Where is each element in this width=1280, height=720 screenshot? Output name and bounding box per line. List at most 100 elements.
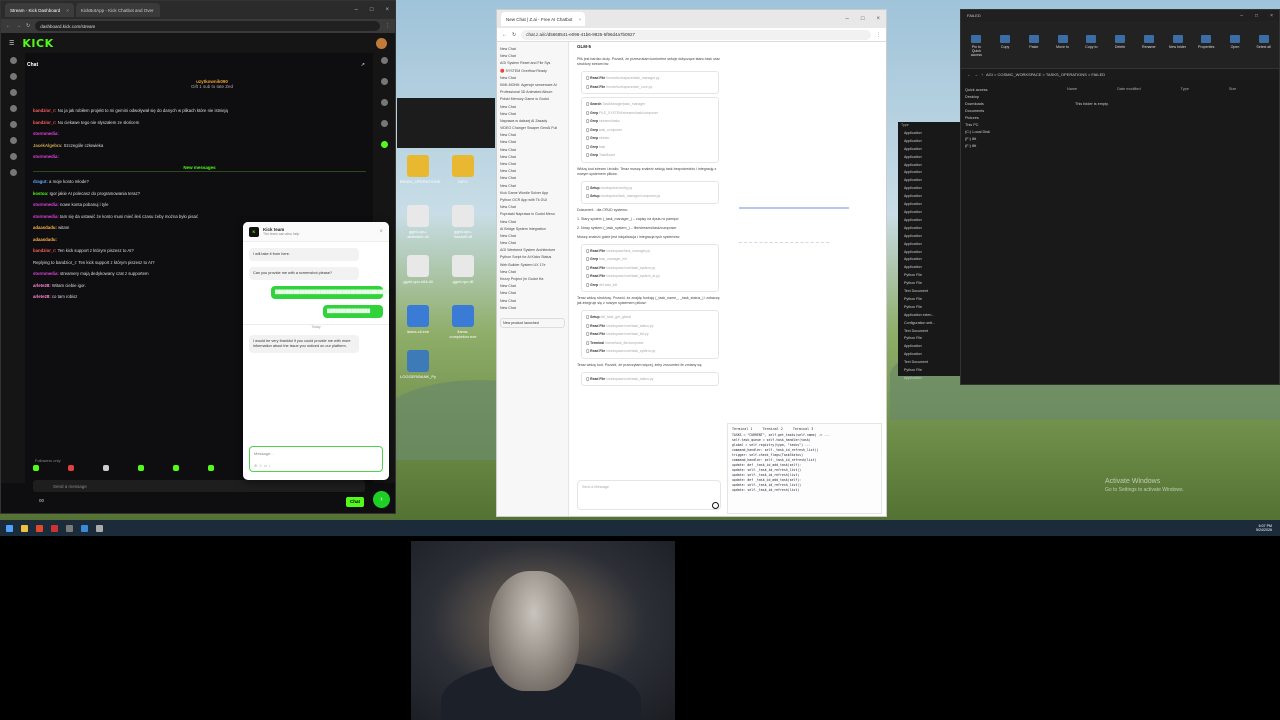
desktop-icon[interactable]: llama-completion.exe — [445, 305, 481, 339]
pin-icon[interactable] — [380, 57, 388, 64]
close-icon[interactable]: × — [66, 8, 69, 13]
desktop-icon[interactable]: ggml-cpu-x64.dll — [400, 255, 436, 284]
tab-kick-dashboard[interactable]: Stream - Kick Dashboard × — [5, 3, 74, 17]
tool-call-card[interactable]: ▢ Setup /workspace/config.py ▢ Setup /wor… — [581, 180, 719, 204]
kick-support-chat-popup[interactable]: K Kick team The team can also help × I w… — [243, 222, 389, 480]
chat-username[interactable]: arlete28: — [33, 294, 52, 299]
tool-call-card[interactable]: ▢ Read File /home/workspace/task_manager… — [581, 71, 719, 94]
maximize-icon[interactable]: □ — [861, 16, 865, 22]
new-product-banner[interactable]: New product launched — [500, 317, 565, 328]
back-icon[interactable]: ← — [967, 72, 971, 77]
sidebar-chat-item[interactable]: New Chat — [500, 175, 565, 182]
ribbon-button[interactable]: Paste — [1024, 35, 1043, 68]
popout-icon[interactable]: ↗ — [361, 62, 365, 68]
sidebar-chat-item[interactable]: New Chat — [500, 139, 565, 146]
chat-username[interactable]: arlete28: — [33, 283, 52, 288]
back-icon[interactable]: ← — [6, 23, 11, 29]
menu-icon[interactable]: ⋮ — [876, 32, 881, 38]
chat-icon[interactable] — [9, 89, 17, 96]
extensions-icon[interactable]: ⋮ — [385, 23, 390, 29]
ribbon-button[interactable]: Rename — [1139, 35, 1158, 68]
sidebar-chat-item[interactable]: New Chat — [500, 283, 565, 290]
maximize-icon[interactable]: □ — [1255, 13, 1258, 19]
tool-call-row[interactable]: ▢ Grep streams/tasks — [586, 117, 714, 126]
nav-item[interactable]: Pictures — [965, 115, 1017, 122]
emote-icon[interactable] — [33, 465, 39, 471]
background-explorer-window[interactable] — [397, 98, 495, 148]
chat-username[interactable]: adaasdadu: — [33, 225, 58, 230]
menu-icon[interactable]: ☰ — [9, 40, 14, 47]
sidebar-chat-item[interactable]: New Chat — [500, 75, 565, 82]
emote-icon[interactable] — [138, 465, 144, 471]
minimize-icon[interactable]: – — [355, 7, 358, 13]
up-icon[interactable]: ↑ — [981, 72, 983, 77]
tool-icon[interactable] — [9, 153, 17, 160]
start-icon[interactable] — [6, 524, 13, 532]
desktop-icon[interactable]: llama-cli.exe — [400, 305, 436, 334]
url-field[interactable]: chat.z.ai/c/d5668541-e096-41b6-9825-5f96… — [521, 29, 871, 40]
avatar[interactable] — [376, 37, 387, 49]
column-header[interactable]: Date modified — [1117, 87, 1140, 95]
reload-icon[interactable]: ↻ — [512, 32, 516, 38]
tool-call-row[interactable]: ▢ Grep task_composer — [586, 126, 714, 135]
sidebar-chat-item[interactable]: AGI Weekend System Architecture — [500, 247, 565, 254]
sidebar-chat-item[interactable]: AI Bridge System Integration — [500, 226, 565, 233]
sidebar-chat-item[interactable]: New Chat — [500, 290, 565, 297]
sidebar-chat-item[interactable]: New Chat — [500, 168, 565, 175]
tool-call-row[interactable]: ▢ Grep task_manager_init — [586, 255, 714, 264]
chat-toggle-icon[interactable] — [380, 141, 388, 148]
tool-call-row[interactable]: ▢ Search TaskManager|task_manager — [586, 100, 714, 109]
forward-icon[interactable]: → — [16, 23, 21, 29]
sidebar-chat-item[interactable]: New Chat — [500, 305, 565, 312]
tool-call-row[interactable]: ▢ Setup /workspace/task_manager/composer… — [586, 192, 714, 201]
reload-icon[interactable]: ↻ — [26, 23, 30, 29]
sidebar-chat-item[interactable]: New Chat — [500, 111, 565, 118]
sidebar-chat-item[interactable]: Web Builder System UX 17e — [500, 262, 565, 269]
nav-item[interactable]: Quick access — [965, 87, 1017, 94]
card-icon[interactable] — [9, 169, 17, 176]
sidebar-chat-item[interactable]: New Chat — [500, 154, 565, 161]
sidebar-chat-item[interactable]: New Chat — [500, 104, 565, 111]
emote-icon[interactable] — [173, 465, 179, 471]
chat-username[interactable]: stormmedia: — [33, 271, 60, 276]
sidebar-chat-item[interactable]: New Chat — [500, 298, 565, 305]
support-launcher-button[interactable]: › — [373, 491, 390, 508]
clock[interactable]: 6:07 PM 5/24/2026 — [1256, 524, 1280, 533]
tool-call-row[interactable]: ▢ Read File /workspace/core/task_status.… — [586, 375, 714, 384]
ribbon-button[interactable]: Pin to Quick access — [967, 35, 986, 68]
sidebar-chat-item[interactable]: Poprawki Naprawa in Godot Menu — [500, 211, 565, 218]
tab-zai[interactable]: New Chat | Z.ai - Free AI Chatbot × — [501, 12, 585, 26]
trophy-icon[interactable] — [9, 105, 17, 112]
tool-call-card[interactable]: ▢ Read File /workspace/core/task_status.… — [581, 371, 719, 386]
tool-call-card[interactable]: ▢ Search TaskManager|task_manager ▢ Grep … — [581, 97, 719, 163]
browser-icon[interactable] — [36, 524, 43, 532]
sidebar-chat-item[interactable]: Professional 3D Animated Album — [500, 89, 565, 96]
tool-call-card[interactable]: ▢ Read File /workspace/task_manager.py ▢ … — [581, 243, 719, 292]
minimize-icon[interactable]: – — [1240, 13, 1243, 19]
chat-username[interactable]: bandzior_r: — [33, 108, 58, 113]
ribbon-button[interactable]: Open — [1226, 35, 1245, 68]
terminal-panel[interactable]: Terminal 1 Terminal 2 Terminal 3 TASKS = "… — [727, 423, 882, 514]
desktop-icon[interactable]: LOGGER/BANK_Py — [400, 350, 436, 379]
sidebar-chat-item[interactable]: New Chat — [500, 233, 565, 240]
sidebar-chat-item[interactable]: New Chat — [500, 219, 565, 226]
tool-call-row[interactable]: ▢ Grep TaskBoard — [586, 151, 714, 160]
tool-call-row[interactable]: ▢ Read File /workspace/core/task_list.py — [586, 330, 714, 339]
home-icon[interactable] — [9, 57, 17, 64]
sidebar-chat-item[interactable]: New Chat — [500, 147, 565, 154]
emote-icon[interactable] — [208, 465, 214, 471]
chat-username[interactable]: adaasdadu: — [33, 237, 57, 242]
nav-item[interactable]: (F:) 8tt — [965, 136, 1017, 143]
file-type-list[interactable]: Type Application Application Application Ap… — [898, 122, 960, 380]
x-icon[interactable] — [380, 78, 388, 85]
type-column-header[interactable]: Type — [898, 122, 960, 130]
ribbon-button[interactable]: Properties — [1197, 35, 1216, 68]
attach-icon[interactable]: ⊕ ☺ ▭ ♪ — [254, 463, 271, 468]
close-window-icon[interactable]: × — [1270, 13, 1273, 19]
chat-username[interactable]: stormmedia: — [33, 131, 59, 136]
mod-icon[interactable] — [380, 120, 388, 127]
sidebar-chat-item[interactable]: New Chat — [500, 53, 565, 60]
chat-send-button[interactable]: Chat — [346, 497, 364, 507]
sidebar-chat-item[interactable]: Naprawa w dalszej AI Zasady — [500, 118, 565, 125]
terminal-tab[interactable]: Terminal 1 — [732, 427, 752, 431]
